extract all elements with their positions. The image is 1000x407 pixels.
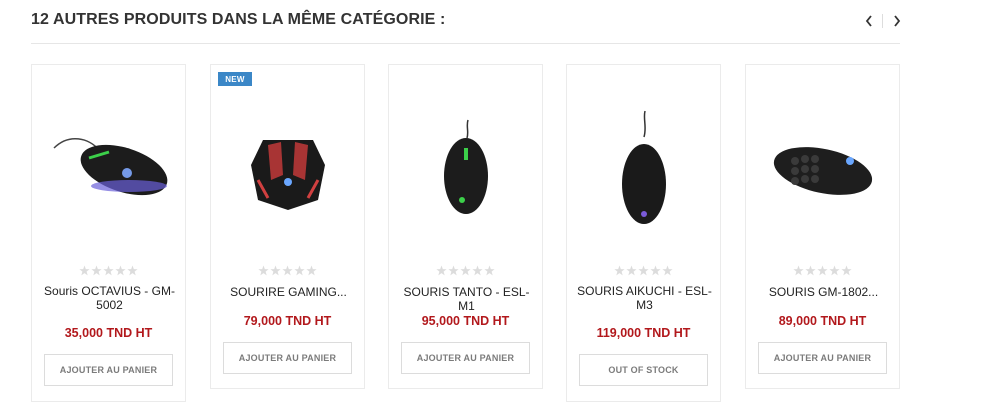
rating-stars [389, 265, 542, 276]
star-icon [436, 265, 447, 276]
star-icon [472, 265, 483, 276]
add-to-cart-button[interactable]: AJOUTER AU PANIER [223, 342, 352, 374]
new-badge: NEW [218, 72, 252, 86]
star-icon [662, 265, 673, 276]
star-icon [103, 265, 114, 276]
star-icon [282, 265, 293, 276]
star-icon [650, 265, 661, 276]
star-icon [115, 265, 126, 276]
product-card[interactable]: Souris OCTAVIUS - GM-5002 35,000 TND HT … [31, 64, 186, 402]
star-icon [91, 265, 102, 276]
star-icon [460, 265, 471, 276]
out-of-stock-button[interactable]: OUT OF STOCK [579, 354, 708, 386]
star-icon [638, 265, 649, 276]
product-name[interactable]: SOURIS AIKUCHI - ESL-M3 [575, 284, 714, 312]
add-to-cart-button[interactable]: AJOUTER AU PANIER [44, 354, 173, 386]
product-card[interactable]: SOURIS GM-1802... 89,000 TND HT AJOUTER … [745, 64, 900, 389]
product-card[interactable]: SOURIRE GAMING... 79,000 TND HT AJOUTER … [210, 64, 365, 389]
product-price: 89,000 TND HT [778, 314, 867, 328]
star-icon [841, 265, 852, 276]
product-image[interactable] [567, 75, 720, 260]
carousel-nav-divider [882, 14, 883, 28]
product-price: 95,000 TND HT [421, 314, 510, 328]
product-image[interactable] [32, 75, 185, 260]
star-icon [258, 265, 269, 276]
product-price: 119,000 TND HT [596, 326, 691, 340]
star-icon [793, 265, 804, 276]
chevron-right-icon [894, 15, 901, 27]
product-card[interactable]: SOURIS TANTO - ESL-M1 95,000 TND HT AJOU… [388, 64, 543, 389]
rating-stars [567, 265, 720, 276]
product-image[interactable] [211, 75, 364, 260]
product-price: 79,000 TND HT [243, 314, 332, 328]
product-name[interactable]: SOURIS GM-1802... [754, 285, 893, 299]
product-card[interactable]: SOURIS AIKUCHI - ESL-M3 119,000 TND HT O… [566, 64, 721, 402]
star-icon [306, 265, 317, 276]
product-name[interactable]: Souris OCTAVIUS - GM-5002 [40, 284, 179, 312]
star-icon [270, 265, 281, 276]
star-icon [448, 265, 459, 276]
product-image[interactable] [746, 75, 899, 260]
star-icon [626, 265, 637, 276]
star-icon [484, 265, 495, 276]
product-name[interactable]: SOURIS TANTO - ESL-M1 [397, 285, 536, 313]
add-to-cart-button[interactable]: AJOUTER AU PANIER [401, 342, 530, 374]
product-name[interactable]: SOURIRE GAMING... [219, 285, 358, 299]
rating-stars [211, 265, 364, 276]
star-icon [805, 265, 816, 276]
star-icon [817, 265, 828, 276]
star-icon [829, 265, 840, 276]
star-icon [614, 265, 625, 276]
chevron-left-icon [865, 15, 872, 27]
rating-stars [746, 265, 899, 276]
carousel-next-button[interactable] [888, 11, 906, 31]
carousel-prev-button[interactable] [860, 11, 878, 31]
star-icon [294, 265, 305, 276]
rating-stars [32, 265, 185, 276]
title-divider [31, 43, 900, 44]
star-icon [127, 265, 138, 276]
add-to-cart-button[interactable]: AJOUTER AU PANIER [758, 342, 887, 374]
section-title: 12 AUTRES PRODUITS DANS LA MÊME CATÉGORI… [31, 11, 446, 28]
star-icon [79, 265, 90, 276]
product-image[interactable] [389, 75, 542, 260]
product-price: 35,000 TND HT [64, 326, 153, 340]
